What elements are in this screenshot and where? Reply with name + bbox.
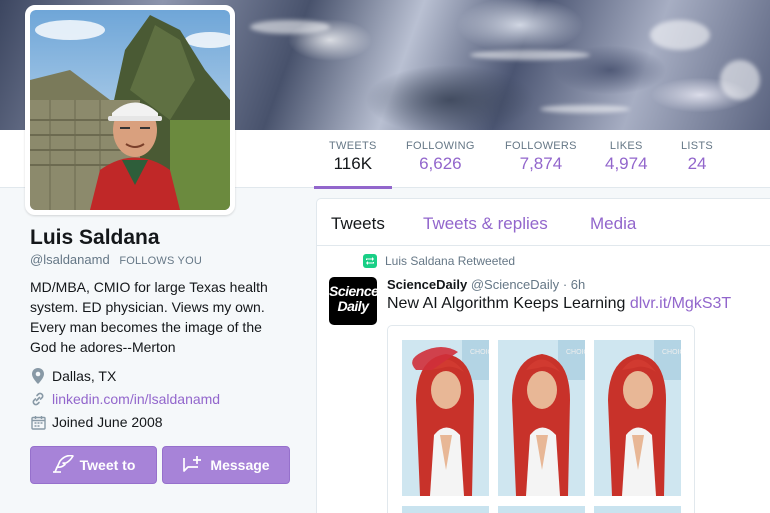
bio-line: God he adores--Merton xyxy=(30,339,176,355)
avatar-photo xyxy=(30,10,230,210)
stat-value: 7,874 xyxy=(519,154,563,173)
tweet-link[interactable]: dlvr.it/MgkS3T xyxy=(630,295,731,312)
svg-text:CHOICE: CHOICE xyxy=(662,349,681,356)
joined-text: Joined June 2008 xyxy=(52,414,163,430)
tweet-author[interactable]: ScienceDaily xyxy=(387,277,467,292)
retweet-note[interactable]: Luis Saldana Retweeted xyxy=(385,254,515,268)
media-photo[interactable]: CHOICE xyxy=(498,340,585,496)
stat-value: 116K xyxy=(333,154,373,173)
media-photo[interactable]: CHOICE xyxy=(594,340,681,496)
tweet-to-label: Tweet to xyxy=(79,457,136,473)
follows-you-badge: FOLLOWS YOU xyxy=(119,255,202,267)
tweet-time[interactable]: 6h xyxy=(571,277,585,292)
calendar-icon xyxy=(30,414,46,430)
profile-location: Dallas, TX xyxy=(30,368,116,384)
profile-name[interactable]: Luis Saldana xyxy=(30,226,160,250)
media-photo[interactable] xyxy=(498,506,585,513)
logo-line: Science xyxy=(329,283,379,299)
retweet-icon xyxy=(363,254,377,268)
bio-line: MD/MBA, CMIO for large Texas health xyxy=(30,279,268,295)
media-photo[interactable] xyxy=(594,506,681,513)
message-label: Message xyxy=(210,457,270,473)
feather-icon xyxy=(52,454,74,476)
logo-line: Daily xyxy=(337,298,369,314)
stat-label: FOLLOWING xyxy=(406,140,475,152)
profile-handle[interactable]: @lsaldanamd xyxy=(30,252,110,267)
profile-website: linkedin.com/in/lsaldanamd xyxy=(30,391,220,407)
media-photo[interactable]: CHOICE xyxy=(402,340,489,496)
stat-likes[interactable]: LIKES 4,974 xyxy=(605,140,648,174)
stat-tweets[interactable]: TWEETS 116K xyxy=(314,140,392,189)
message-icon xyxy=(182,455,204,476)
tweet-to-button[interactable]: Tweet to xyxy=(30,446,157,484)
tweet-timeline: Tweets Tweets & replies Media Luis Salda… xyxy=(316,198,770,513)
tab-tweets-replies[interactable]: Tweets & replies xyxy=(423,214,548,234)
stat-followers[interactable]: FOLLOWERS 7,874 xyxy=(505,140,577,174)
profile-joined: Joined June 2008 xyxy=(30,414,163,430)
tweet-body: New AI Algorithm Keeps Learning xyxy=(387,295,626,312)
stat-label: LIKES xyxy=(609,140,643,152)
svg-text:CHOICE: CHOICE xyxy=(470,349,489,356)
tweet-text: New AI Algorithm Keeps Learning dlvr.it/… xyxy=(387,295,731,313)
tab-media[interactable]: Media xyxy=(590,214,636,234)
tab-tweets[interactable]: Tweets xyxy=(331,214,385,234)
profile-avatar[interactable] xyxy=(25,5,235,215)
tweet-media[interactable]: CHOICE CHOICE xyxy=(387,325,695,513)
tweet-handle[interactable]: @ScienceDaily xyxy=(471,277,559,292)
website-link[interactable]: linkedin.com/in/lsaldanamd xyxy=(52,391,220,407)
stat-lists[interactable]: LISTS 24 xyxy=(681,140,713,174)
stat-label: FOLLOWERS xyxy=(505,140,577,152)
timeline-tabs: Tweets Tweets & replies Media xyxy=(317,199,770,246)
bio-line: Every man becomes the image of the xyxy=(30,319,262,335)
map-pin-icon xyxy=(30,368,46,384)
sciencedaily-avatar[interactable]: Science Daily xyxy=(329,277,379,325)
stat-following[interactable]: FOLLOWING 6,626 xyxy=(406,140,475,174)
tweet-sep: · xyxy=(562,277,568,292)
profile-handle-row: @lsaldanamd FOLLOWS YOU xyxy=(30,252,202,267)
stat-value: 6,626 xyxy=(419,154,462,173)
tweet-header: ScienceDaily @ScienceDaily · 6h xyxy=(387,277,585,292)
profile-bio: MD/MBA, CMIO for large Texas health syst… xyxy=(30,277,280,357)
stat-value: 24 xyxy=(687,154,707,173)
stat-value: 4,974 xyxy=(605,154,648,173)
link-icon xyxy=(30,391,46,407)
media-photo[interactable] xyxy=(402,506,489,513)
stat-label: TWEETS xyxy=(329,140,377,152)
bio-line: system. ED physician. Views my own. xyxy=(30,299,265,315)
stat-label: LISTS xyxy=(681,140,714,152)
retweet-context: Luis Saldana Retweeted xyxy=(363,254,515,268)
message-button[interactable]: Message xyxy=(162,446,290,484)
svg-text:CHOICE: CHOICE xyxy=(566,349,585,356)
location-text: Dallas, TX xyxy=(52,368,117,384)
